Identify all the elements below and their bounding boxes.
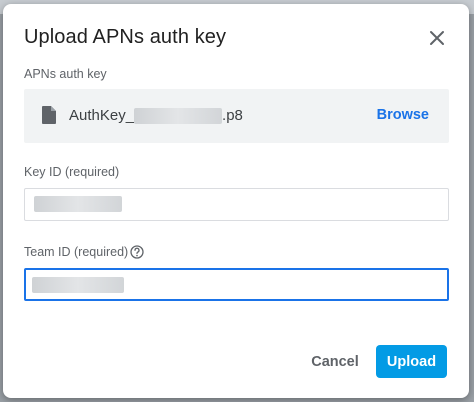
upload-apns-dialog: Upload APNs auth key APNs auth key AuthK…: [3, 4, 469, 398]
file-name-suffix: .p8: [222, 107, 243, 124]
redacted-key-id-value: [34, 196, 122, 212]
close-icon: [430, 31, 444, 45]
auth-key-label: APNs auth key: [24, 67, 107, 81]
browse-button[interactable]: Browse: [377, 107, 429, 123]
file-name-prefix: AuthKey_: [69, 107, 135, 124]
file-icon: [42, 106, 56, 124]
redacted-team-id-value: [32, 277, 124, 293]
upload-button[interactable]: Upload: [376, 345, 447, 378]
redacted-key-id: [134, 107, 223, 124]
file-name: AuthKey_ .p8: [69, 107, 243, 124]
dialog-title: Upload APNs auth key: [24, 26, 227, 48]
team-id-label: Team ID (required): [24, 245, 129, 259]
file-picker: AuthKey_ .p8 Browse: [24, 89, 449, 143]
close-button[interactable]: [423, 24, 451, 52]
team-id-field[interactable]: [24, 268, 449, 301]
help-icon[interactable]: [130, 245, 144, 259]
key-id-field[interactable]: [24, 188, 449, 221]
key-id-label: Key ID (required): [24, 165, 120, 179]
cancel-button[interactable]: Cancel: [302, 346, 368, 378]
